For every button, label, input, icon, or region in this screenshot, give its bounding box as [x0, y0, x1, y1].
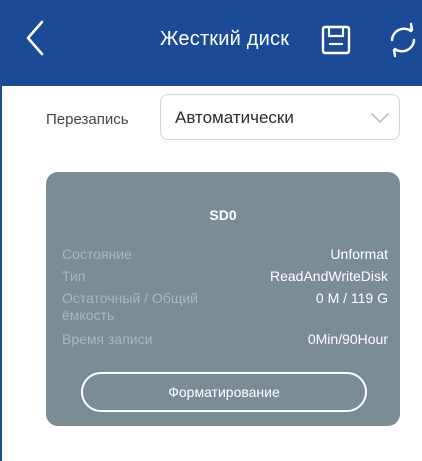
refresh-icon — [390, 22, 416, 58]
disk-name: SD0 — [209, 207, 237, 223]
format-button[interactable]: Форматирование — [81, 372, 367, 412]
app-header: Жесткий диск — [0, 0, 422, 86]
capacity-value: 0 M / 119 G — [315, 290, 388, 306]
overwrite-select[interactable]: Автоматически — [160, 94, 400, 140]
type-value: ReadAndWriteDisk — [269, 268, 388, 284]
back-button[interactable] — [18, 18, 54, 58]
hard-disk-screen: Жесткий диск Перезапись Автоматически SD… — [0, 0, 422, 461]
record-time-value: 0Min/90Hour — [307, 331, 388, 347]
format-button-label: Форматирование — [168, 384, 280, 400]
chevron-down-icon — [371, 113, 389, 123]
status-label: Состояние — [62, 246, 132, 262]
floppy-disk-icon — [321, 25, 351, 55]
capacity-label: Остаточный / Общий ёмкость — [62, 290, 199, 323]
type-label: Тип — [62, 268, 86, 284]
disk-card: SD0 Состояние Unformat Тип ReadAndWriteD… — [46, 172, 400, 426]
overwrite-selected-value: Автоматически — [175, 108, 294, 127]
page-title: Жесткий диск — [160, 28, 290, 50]
save-button[interactable] — [318, 22, 354, 58]
refresh-button[interactable] — [384, 20, 422, 60]
record-time-label: Время записи — [62, 331, 153, 347]
status-value: Unformat — [330, 246, 388, 262]
overwrite-label: Перезапись — [46, 111, 129, 128]
chevron-left-icon — [26, 20, 44, 56]
